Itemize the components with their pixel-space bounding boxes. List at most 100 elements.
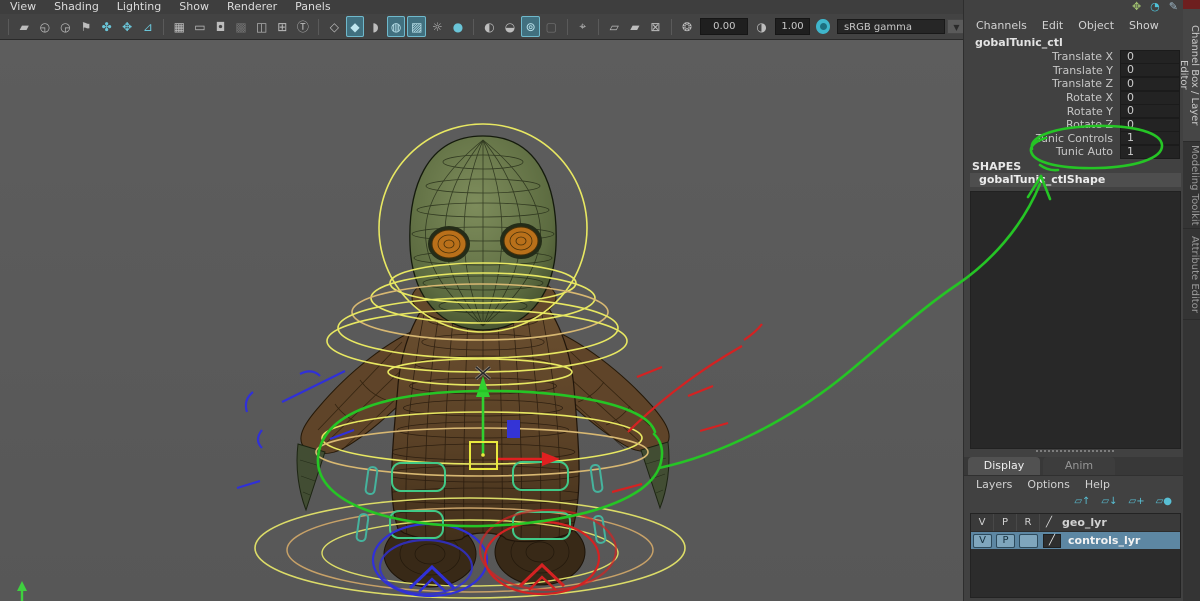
visibility-toggle[interactable]: V: [971, 514, 994, 531]
layer-list: VPR╱geo_lyrVP╱controls_lyr: [970, 513, 1181, 598]
multisample-icon[interactable]: ⊚: [521, 16, 540, 37]
menu-shading[interactable]: Shading: [54, 0, 99, 14]
toolbar-separator: [671, 19, 672, 35]
camcorder-icon[interactable]: ▰: [15, 16, 34, 37]
resolution-gate-icon[interactable]: ◘: [211, 16, 230, 37]
channel-label[interactable]: Tunic Auto: [1056, 145, 1113, 158]
wireframe-on-shaded-icon[interactable]: ◍: [387, 16, 406, 37]
side-tab-attribute-editor[interactable]: Attribute Editor: [1183, 229, 1200, 320]
side-tab-channel-box-layer-editor[interactable]: Channel Box / Layer Editor: [1183, 9, 1200, 142]
tab-anim[interactable]: Anim: [1043, 457, 1115, 475]
camera-tumble-icon[interactable]: ◶: [56, 16, 75, 37]
textured-icon[interactable]: ▨: [407, 16, 426, 37]
channel-value-field[interactable]: 0: [1120, 77, 1180, 91]
layer-row-geo_lyr[interactable]: VPR╱geo_lyr: [971, 514, 1180, 532]
use-lights-icon[interactable]: ☼: [428, 16, 447, 37]
channel-label[interactable]: Rotate Y: [1067, 105, 1113, 118]
image-plane-icon[interactable]: ⊠: [646, 16, 665, 37]
select-hierarchy-icon[interactable]: ✤: [97, 16, 116, 37]
menu-view[interactable]: View: [10, 0, 36, 14]
channel-label[interactable]: Rotate X: [1066, 91, 1113, 104]
visibility-toggle[interactable]: V: [973, 534, 992, 548]
pencil-slider-icon[interactable]: ✎: [1169, 0, 1178, 14]
exposure-field[interactable]: 0.00: [700, 18, 748, 35]
material-ball-icon[interactable]: ◗: [366, 16, 385, 37]
channel-value-field[interactable]: 0: [1120, 91, 1180, 105]
channel-box-menu-object[interactable]: Object: [1078, 19, 1114, 32]
layer-move-up-icon[interactable]: ▱↑: [1074, 496, 1090, 507]
selected-object-name[interactable]: gobalTunic_ctl: [975, 36, 1063, 49]
channel-value-field[interactable]: 0: [1120, 50, 1180, 64]
layer-type-icon[interactable]: ╱: [1040, 517, 1058, 528]
channel-row: Tunic Auto 1: [964, 145, 1184, 159]
panel-menubar: View Shading Lighting Show Renderer Panels: [0, 0, 973, 14]
menu-lighting[interactable]: Lighting: [117, 0, 161, 14]
channel-label[interactable]: Tunic Controls: [1036, 132, 1113, 145]
channel-box-menu-edit[interactable]: Edit: [1042, 19, 1063, 32]
layer-editor: DisplayAnim Layers Options Help ▱↑ ▱↓ ▱+ ▱● V…: [964, 457, 1184, 601]
layer-row-controls_lyr[interactable]: VP╱controls_lyr: [971, 532, 1180, 549]
viewport-canvas[interactable]: [0, 40, 963, 601]
playback-toggle[interactable]: P: [994, 514, 1017, 531]
wireframe-cube-icon[interactable]: ◇: [325, 16, 344, 37]
safe-action-icon[interactable]: ⊞: [273, 16, 292, 37]
channel-label[interactable]: Translate Z: [1052, 77, 1113, 90]
channel-box-menu-channels[interactable]: Channels: [976, 19, 1027, 32]
exposure-icon[interactable]: ❂: [678, 16, 697, 37]
channel-value-field[interactable]: 1: [1120, 145, 1180, 159]
channel-box-empty-area: [970, 191, 1181, 449]
layer-menu-options[interactable]: Options: [1027, 478, 1069, 491]
channel-label[interactable]: Translate X: [1052, 50, 1113, 63]
film-gate-icon[interactable]: ▭: [191, 16, 210, 37]
shadows-icon[interactable]: ●: [449, 16, 468, 37]
gate-mask-icon[interactable]: ▩: [232, 16, 251, 37]
camera-pan-icon[interactable]: ◵: [36, 16, 55, 37]
channel-box-menu: Channels Edit Object Show: [976, 19, 1159, 32]
manipulator-icon[interactable]: ✥: [1132, 0, 1141, 14]
bookmark-icon[interactable]: ⚑: [77, 16, 96, 37]
channel-value-field[interactable]: 0: [1120, 63, 1180, 77]
measure-tool-icon[interactable]: ⊿: [138, 16, 157, 37]
shape-node-row[interactable]: gobalTunic_ctlShape: [970, 173, 1181, 187]
playback-toggle[interactable]: P: [996, 534, 1015, 548]
view-transform-dropdown[interactable]: sRGB gamma▼: [837, 19, 966, 34]
view-axis-indicator: [17, 581, 27, 601]
snapshot-ghost-icon[interactable]: ▰: [626, 16, 645, 37]
channel-value-field[interactable]: 0: [1120, 104, 1180, 118]
layer-new-icon[interactable]: ▱+: [1129, 496, 1145, 507]
panel-resize-handle[interactable]: [1036, 450, 1114, 452]
layer-new-selected-icon[interactable]: ▱●: [1156, 496, 1172, 507]
channel-box-menu-show[interactable]: Show: [1129, 19, 1159, 32]
channel-value-field[interactable]: 0: [1120, 118, 1180, 132]
menu-show[interactable]: Show: [179, 0, 209, 14]
channel-row: Translate Y 0: [964, 64, 1184, 78]
layer-name: geo_lyr: [1058, 516, 1107, 529]
grid-icon[interactable]: ▦: [170, 16, 189, 37]
field-chart-icon[interactable]: ◫: [252, 16, 271, 37]
side-tab-modeling-toolkit[interactable]: Modeling Toolkit: [1183, 142, 1200, 229]
channel-label[interactable]: Rotate Z: [1066, 118, 1113, 131]
motion-blur-icon[interactable]: ◒: [501, 16, 520, 37]
layer-move-down-icon[interactable]: ▱↓: [1101, 496, 1117, 507]
isolate-select-icon[interactable]: ⌖: [573, 16, 592, 37]
tab-display[interactable]: Display: [968, 457, 1040, 475]
gamma-icon[interactable]: ◑: [752, 16, 771, 37]
channel-value-field[interactable]: 1: [1120, 131, 1180, 145]
reference-toggle[interactable]: R: [1017, 514, 1040, 531]
layer-type-icon[interactable]: ╱: [1043, 534, 1061, 548]
reference-toggle[interactable]: [1019, 534, 1038, 548]
channel-label[interactable]: Translate Y: [1053, 64, 1113, 77]
depth-of-field-icon[interactable]: ▢: [542, 16, 561, 37]
menu-panels[interactable]: Panels: [295, 0, 330, 14]
layer-menu-layers[interactable]: Layers: [976, 478, 1012, 491]
move-tool-icon[interactable]: ✥: [118, 16, 137, 37]
shaded-cube-icon[interactable]: ◆: [346, 16, 365, 37]
snapshot-icon[interactable]: ▱: [605, 16, 624, 37]
speed-gauge-icon[interactable]: ◔: [1150, 0, 1160, 14]
safe-title-icon[interactable]: Ⓣ: [294, 16, 313, 37]
menu-renderer[interactable]: Renderer: [227, 0, 277, 14]
gamma-field[interactable]: 1.00: [775, 18, 810, 35]
color-management-toggle[interactable]: [816, 19, 830, 34]
layer-menu-help[interactable]: Help: [1085, 478, 1110, 491]
occlusion-icon[interactable]: ◐: [480, 16, 499, 37]
